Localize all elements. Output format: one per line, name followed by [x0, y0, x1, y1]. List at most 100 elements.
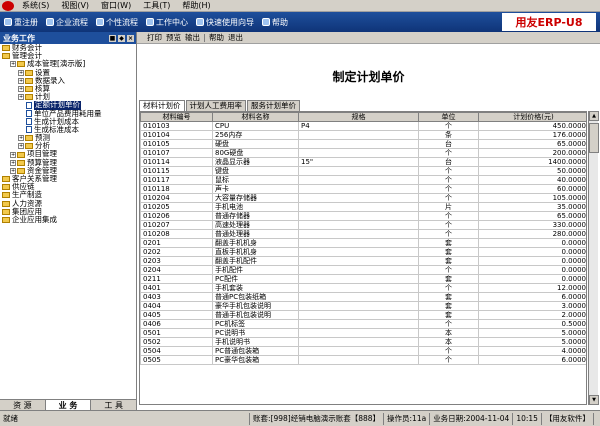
cell-name[interactable]: 普通PC包装纸箱 — [212, 292, 299, 302]
table-row[interactable]: 0203 翻盖手机配件 套 0.0000 — [140, 256, 586, 266]
table-row[interactable]: 010114 液晶显示器 15" 台 1400.0000 — [140, 157, 586, 167]
cell-name[interactable]: 翻盖手机机身 — [212, 238, 299, 248]
refresh-icon[interactable]: ◆ — [118, 34, 125, 42]
cell-spec[interactable] — [298, 355, 419, 365]
cell-name[interactable]: PC豪华包装箱 — [212, 355, 299, 365]
cell-price[interactable]: 0.0000 — [478, 238, 586, 248]
cell-unit[interactable]: 个 — [418, 220, 479, 230]
cell-spec[interactable] — [298, 328, 419, 338]
table-row[interactable]: 0211 PC配件 套 0.0000 — [140, 274, 586, 284]
cell-unit[interactable]: 套 — [418, 292, 479, 302]
cell-code[interactable]: 010115 — [140, 166, 213, 176]
cell-price[interactable]: 65.0000 — [478, 211, 586, 221]
cell-price[interactable]: 0.0000 — [478, 274, 586, 284]
cell-unit[interactable]: 个 — [418, 346, 479, 356]
cell-code[interactable]: 010207 — [140, 220, 213, 230]
table-row[interactable]: 010207 高速处理器 个 330.0000 — [140, 220, 586, 230]
table-row[interactable]: 0202 直板手机机身 套 0.0000 — [140, 247, 586, 257]
col-header-code[interactable]: 材料编号 — [140, 112, 213, 122]
cell-code[interactable]: 010206 — [140, 211, 213, 221]
cell-name[interactable]: PC机标签 — [212, 319, 299, 329]
cell-unit[interactable]: 套 — [418, 247, 479, 257]
cell-name[interactable]: 普通手机包装说明 — [212, 310, 299, 320]
cell-code[interactable]: 0502 — [140, 337, 213, 347]
cell-unit[interactable]: 个 — [418, 319, 479, 329]
table-row[interactable]: 010107 80G硬盘 个 200.0000 — [140, 148, 586, 158]
cell-spec[interactable] — [298, 346, 419, 356]
expand-icon[interactable]: + — [18, 77, 24, 84]
table-row[interactable]: 010205 手机电池 片 35.0000 — [140, 202, 586, 212]
cell-unit[interactable]: 套 — [418, 256, 479, 266]
table-row[interactable]: 0502 手机说明书 本 5.0000 — [140, 337, 586, 347]
cell-name[interactable]: 高速处理器 — [212, 220, 299, 230]
cell-spec[interactable]: P4 — [298, 121, 419, 131]
cell-name[interactable]: 手机电池 — [212, 202, 299, 212]
expand-icon[interactable]: + — [10, 159, 16, 166]
menu-window[interactable]: 窗口(W) — [95, 0, 137, 12]
tree-node[interactable]: + 预算管理 — [0, 158, 137, 167]
cell-name[interactable]: 大容量存储器 — [212, 193, 299, 203]
table-row[interactable]: 0404 豪华手机包装说明 套 3.0000 — [140, 301, 586, 311]
cell-code[interactable]: 0406 — [140, 319, 213, 329]
cell-name[interactable]: 手机说明书 — [212, 337, 299, 347]
cell-spec[interactable] — [298, 211, 419, 221]
cell-price[interactable]: 450.0000 — [478, 121, 586, 131]
menu-tools[interactable]: 工具(T) — [137, 0, 176, 12]
expand-icon[interactable]: + — [18, 86, 24, 93]
cell-unit[interactable]: 个 — [418, 283, 479, 293]
table-row[interactable]: 0501 PC说明书 本 5.0000 — [140, 328, 586, 338]
cell-name[interactable]: 液晶显示器 — [212, 157, 299, 167]
cell-unit[interactable]: 条 — [418, 130, 479, 140]
cell-unit[interactable]: 台 — [418, 157, 479, 167]
col-header-name[interactable]: 材料名称 — [212, 112, 299, 122]
cell-price[interactable]: 0.0000 — [478, 247, 586, 257]
cell-code[interactable]: 0202 — [140, 247, 213, 257]
table-row[interactable]: 0504 PC普通包装箱 个 4.0000 — [140, 346, 586, 356]
cell-spec[interactable] — [298, 283, 419, 293]
toolbar-personal-flow-button[interactable]: 个性流程 — [92, 17, 142, 28]
cell-unit[interactable]: 个 — [418, 229, 479, 239]
cell-code[interactable]: 010117 — [140, 175, 213, 185]
cell-price[interactable]: 6.0000 — [478, 292, 586, 302]
expand-icon[interactable]: + — [10, 167, 16, 174]
exit-button[interactable]: 退出 — [226, 32, 245, 43]
table-row[interactable]: 0201 翻盖手机机身 套 0.0000 — [140, 238, 586, 248]
cell-code[interactable]: 0501 — [140, 328, 213, 338]
table-row[interactable]: 010115 键盘 个 50.0000 — [140, 166, 586, 176]
menu-system[interactable]: 系统(S) — [16, 0, 55, 12]
cell-code[interactable]: 0505 — [140, 355, 213, 365]
cell-unit[interactable]: 本 — [418, 337, 479, 347]
cell-unit[interactable]: 个 — [418, 148, 479, 158]
cell-name[interactable]: 普通处理器 — [212, 229, 299, 239]
cell-name[interactable]: PC普通包装箱 — [212, 346, 299, 356]
scroll-down-icon[interactable]: ▼ — [589, 395, 599, 405]
tree-node[interactable]: 生成标准成本 — [0, 125, 137, 134]
toolbar-quick-wizard-button[interactable]: 快速使用向导 — [192, 17, 258, 28]
save-icon[interactable]: ■ — [109, 34, 116, 42]
cell-spec[interactable] — [298, 319, 419, 329]
table-row[interactable]: 010105 硬盘 台 65.0000 — [140, 139, 586, 149]
cell-unit[interactable]: 个 — [418, 355, 479, 365]
cell-name[interactable]: 80G硬盘 — [212, 148, 299, 158]
cell-spec[interactable] — [298, 184, 419, 194]
cell-price[interactable]: 0.0000 — [478, 265, 586, 275]
table-row[interactable]: 0505 PC豪华包装箱 个 6.0000 — [140, 355, 586, 365]
cell-name[interactable]: 声卡 — [212, 184, 299, 194]
cell-name[interactable]: 直板手机机身 — [212, 247, 299, 257]
col-header-unit[interactable]: 单位 — [418, 112, 479, 122]
cell-spec[interactable] — [298, 238, 419, 248]
cell-price[interactable]: 4.0000 — [478, 346, 586, 356]
tree-node[interactable]: 企业应用集成 — [0, 215, 137, 224]
cell-name[interactable]: 256内存 — [212, 130, 299, 140]
cell-name[interactable]: PC配件 — [212, 274, 299, 284]
cell-code[interactable]: 010118 — [140, 184, 213, 194]
cell-code[interactable]: 010105 — [140, 139, 213, 149]
cell-code[interactable]: 0211 — [140, 274, 213, 284]
table-row[interactable]: 0401 手机套装 个 12.0000 — [140, 283, 586, 293]
cell-spec[interactable] — [298, 148, 419, 158]
cell-unit[interactable]: 个 — [418, 121, 479, 131]
cell-code[interactable]: 0404 — [140, 301, 213, 311]
cell-name[interactable]: 翻盖手机配件 — [212, 256, 299, 266]
table-row[interactable]: 0204 手机配件 个 0.0000 — [140, 265, 586, 275]
cell-price[interactable]: 0.0000 — [478, 256, 586, 266]
